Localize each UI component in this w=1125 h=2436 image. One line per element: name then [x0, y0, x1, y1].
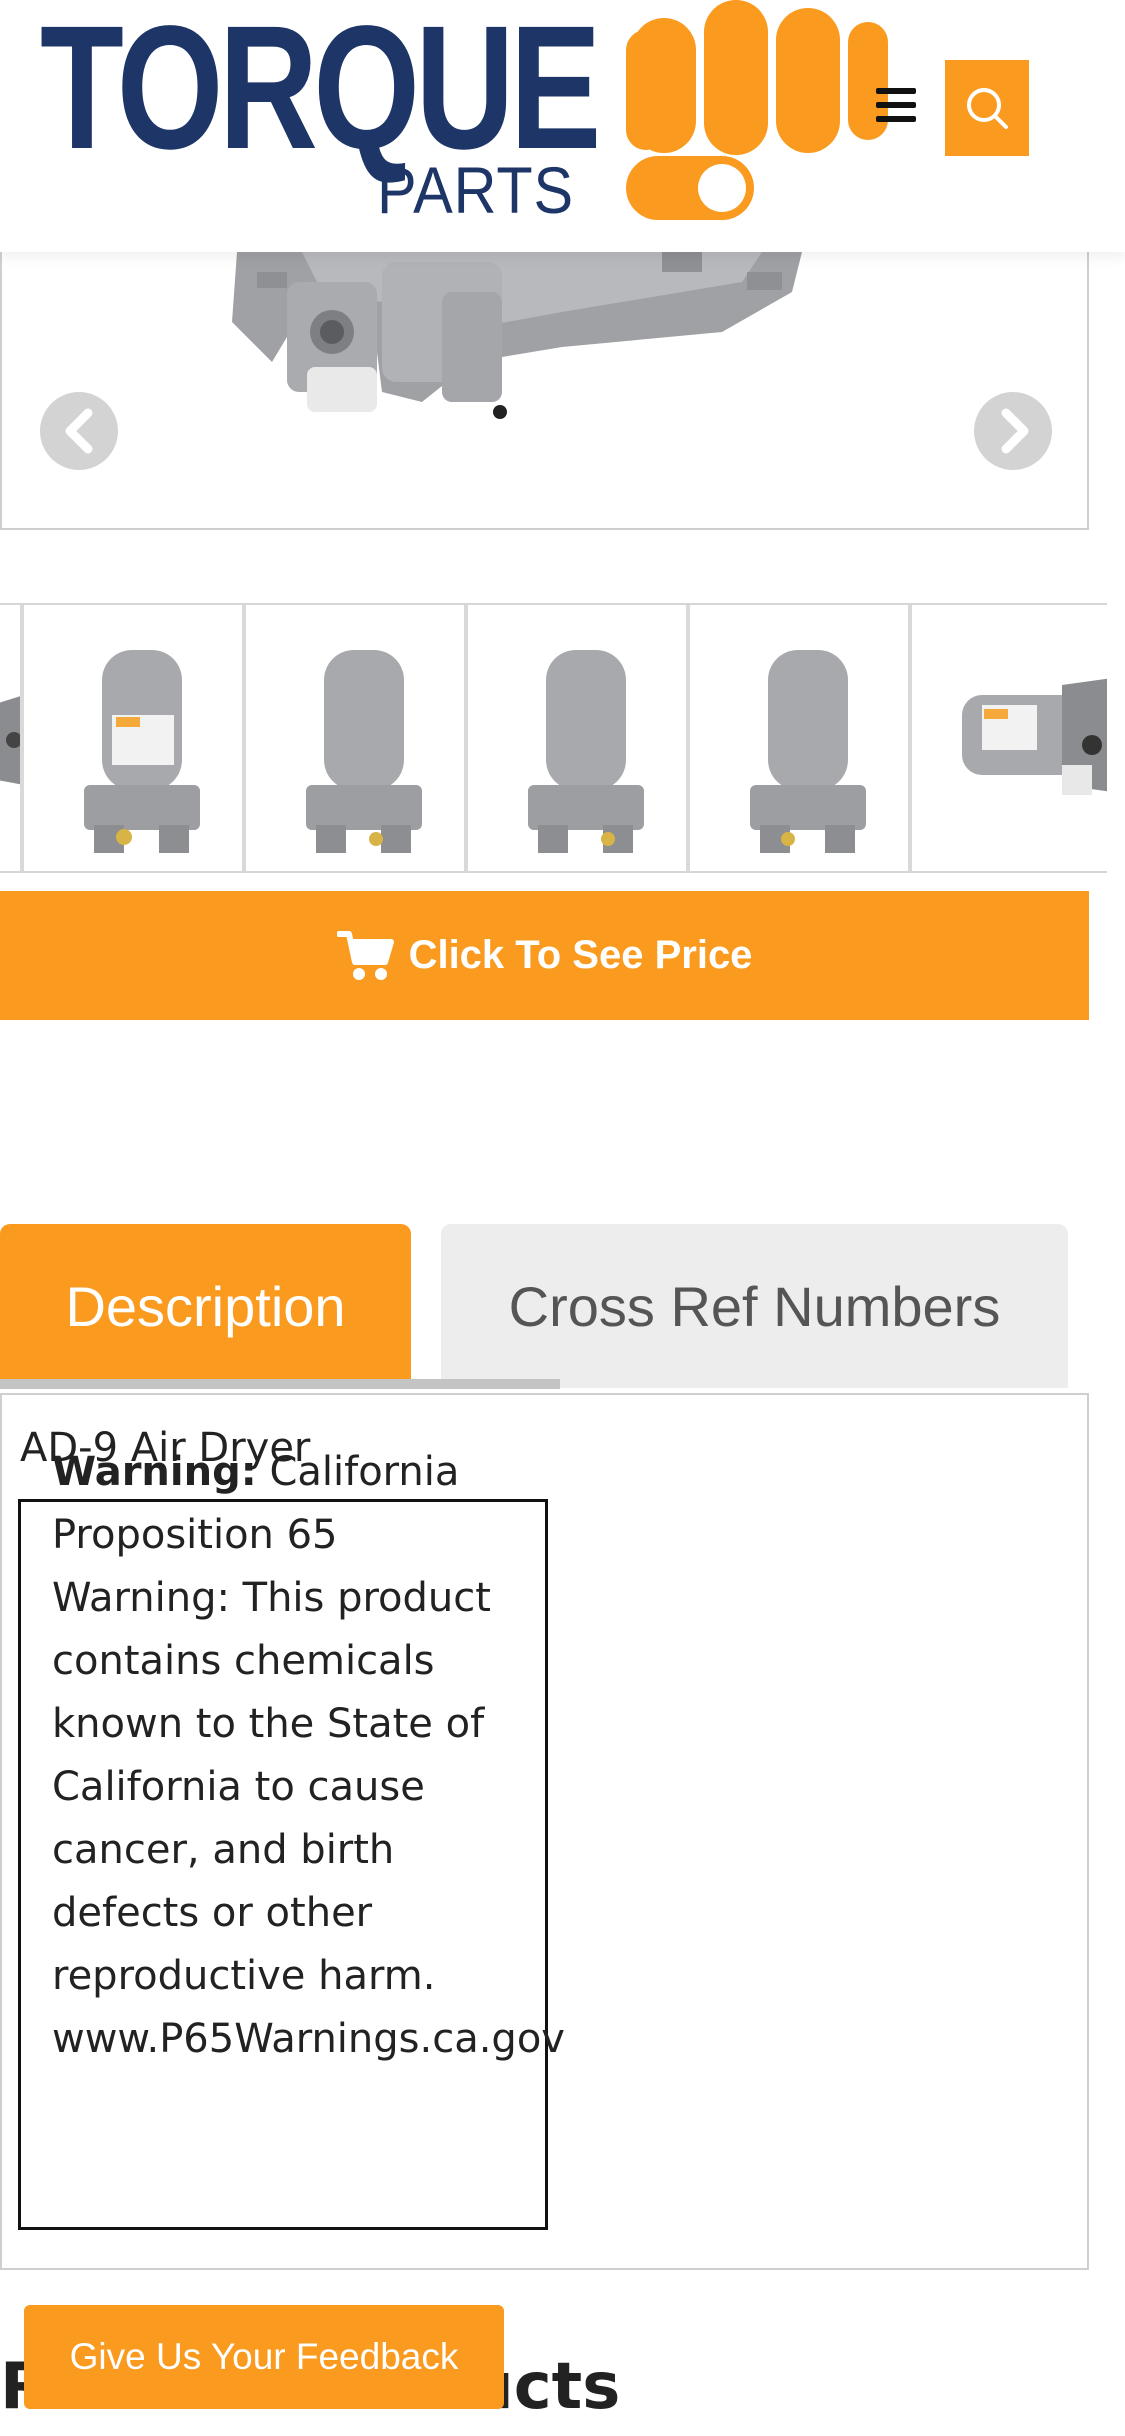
thumbnail-3[interactable]	[244, 605, 466, 871]
see-price-label: Click To See Price	[408, 933, 753, 977]
p65-warnings-link[interactable]: www.P65Warnings.ca.gov	[52, 2008, 652, 2071]
tab-description[interactable]: Description	[0, 1224, 411, 1388]
gallery-next-button[interactable]	[974, 392, 1052, 470]
feedback-button[interactable]: Give Us Your Feedback	[24, 2305, 504, 2409]
warning-line: defects or other	[52, 1890, 373, 1936]
warning-line: California	[269, 1449, 460, 1495]
gallery-prev-button[interactable]	[40, 392, 118, 470]
warning-line: California to cause	[52, 1764, 425, 1810]
thumbnail-strip[interactable]	[0, 603, 1107, 873]
warning-line: known to the State of	[52, 1701, 485, 1747]
logo-toggle-mark	[626, 0, 888, 220]
logo-wordmark: TORQUE	[40, 0, 601, 186]
see-price-button[interactable]: Click To See Price	[0, 891, 1089, 1020]
thumbnail-2[interactable]	[22, 605, 244, 871]
warning-line: Proposition 65	[52, 1512, 338, 1558]
prop65-warning-text: Warning: California Proposition 65 Warni…	[52, 1441, 652, 2071]
warning-line: reproductive harm.	[52, 1953, 436, 1999]
warning-label: Warning:	[52, 1449, 257, 1495]
hamburger-menu-icon[interactable]	[876, 88, 916, 124]
product-main-image	[0, 252, 1089, 530]
thumbnail-4[interactable]	[466, 605, 688, 871]
site-header: TORQUE PARTS	[0, 0, 1125, 252]
tab-cross-ref-numbers[interactable]: Cross Ref Numbers	[441, 1224, 1068, 1388]
search-button[interactable]	[945, 60, 1029, 156]
torque-parts-logo[interactable]: TORQUE PARTS	[40, 0, 888, 240]
tab-scroll-indicator	[0, 1379, 560, 1389]
chevron-left-icon	[65, 408, 93, 454]
warning-line: Warning: This product	[52, 1575, 491, 1621]
logo-subtitle: PARTS	[377, 153, 575, 227]
description-panel: AD-9 Air Dryer Warning: California Propo…	[0, 1393, 1089, 2270]
thumbnail-6[interactable]	[910, 605, 1107, 871]
search-icon	[967, 88, 1008, 129]
chevron-right-icon	[1001, 408, 1029, 454]
warning-line: cancer, and birth	[52, 1827, 395, 1873]
warning-line: contains chemicals	[52, 1638, 435, 1684]
thumbnail-1[interactable]	[0, 605, 22, 871]
thumbnail-5[interactable]	[688, 605, 910, 871]
shopping-cart-icon	[336, 930, 394, 980]
air-dryer-photo	[232, 252, 802, 419]
